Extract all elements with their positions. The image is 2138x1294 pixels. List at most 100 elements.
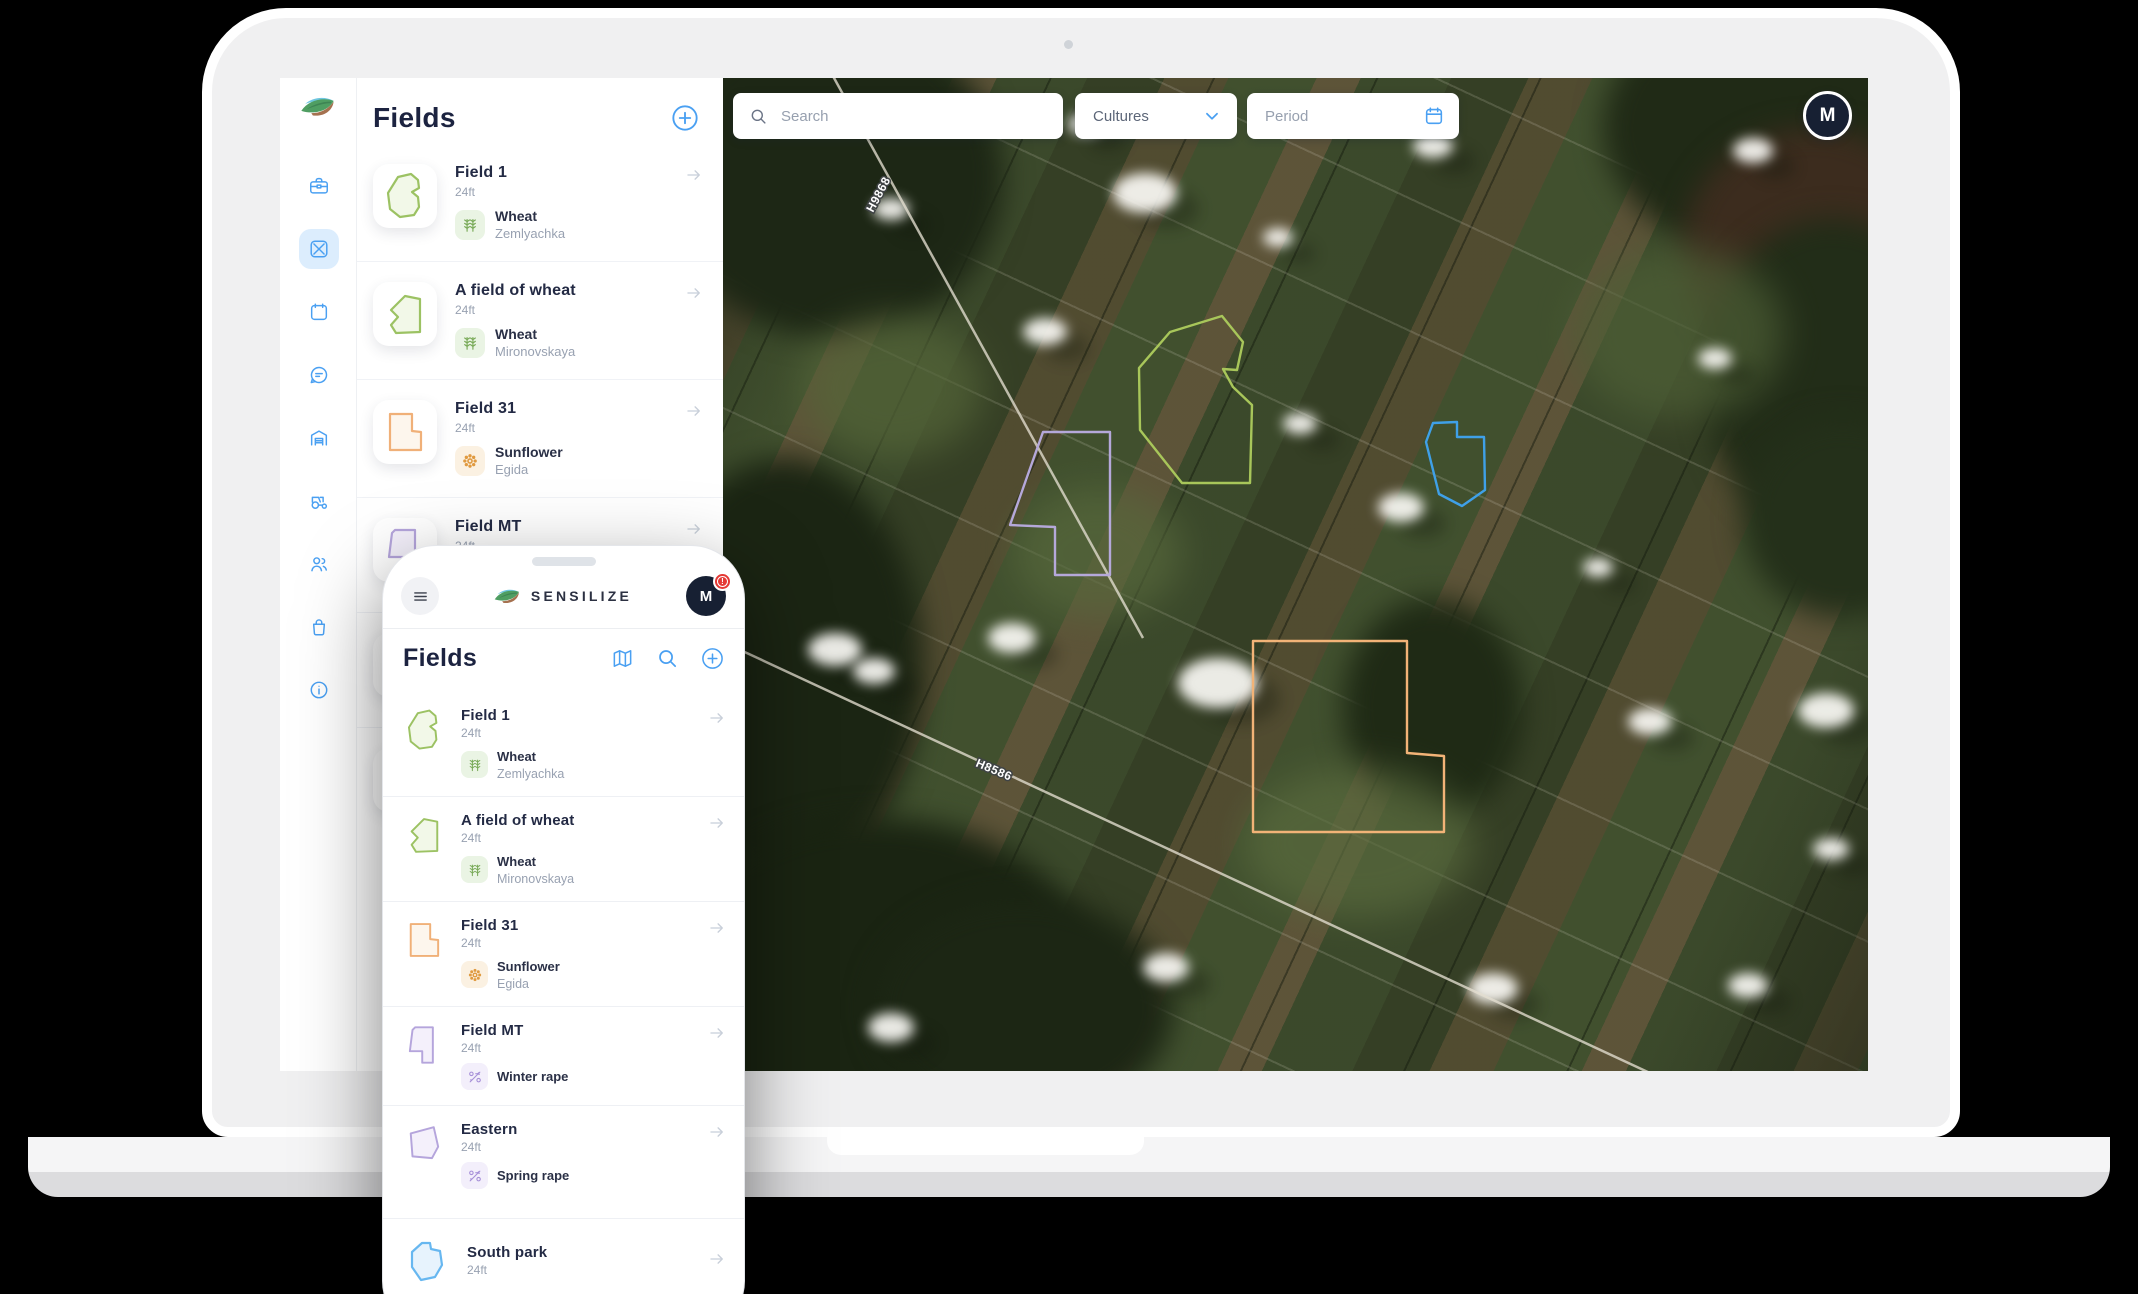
field-area: 24ft [467, 1263, 694, 1277]
sidebar-item-fields-map[interactable] [299, 229, 339, 269]
sidebar-item-messages[interactable] [299, 355, 339, 395]
row-arrow-icon[interactable] [685, 284, 703, 359]
user-avatar[interactable]: M ! [686, 576, 726, 616]
sunflower-icon [460, 451, 480, 471]
page-title: Fields [373, 102, 456, 134]
field-row[interactable]: A field of wheat 24ft Wheat Mironovskaya [383, 796, 744, 901]
field-row[interactable]: Field 1 24ft Wheat Zemlyachka [357, 144, 723, 261]
crop-chip [461, 961, 488, 988]
field-area: 24ft [461, 936, 694, 950]
crop-chip [455, 328, 485, 358]
field-thumbnail [373, 282, 437, 346]
row-arrow-icon[interactable] [685, 402, 703, 477]
field-name: Field 1 [455, 164, 667, 182]
row-arrow-icon[interactable] [708, 814, 726, 886]
crop-name: Sunflower [495, 444, 563, 460]
search-box[interactable] [733, 93, 1063, 139]
field-area: 24ft [455, 303, 667, 317]
add-field-button[interactable] [671, 104, 699, 132]
sidebar-item-calendar[interactable] [299, 292, 339, 332]
period-label: Period [1265, 108, 1308, 125]
field-name: A field of wheat [455, 282, 667, 300]
field-name: A field of wheat [461, 812, 694, 829]
map-icon [611, 647, 634, 670]
sidebar-rail [280, 78, 357, 1071]
map-field-polygon-sunflower[interactable] [1253, 641, 1444, 832]
avatar-initial: M [1820, 105, 1836, 127]
info-icon [308, 679, 330, 701]
wheat-icon [460, 333, 480, 353]
crop-chip [461, 751, 488, 778]
row-arrow-icon[interactable] [708, 1123, 726, 1189]
sidebar-item-info[interactable] [299, 670, 339, 710]
crop-name: Wheat [497, 854, 536, 869]
wheat-icon [466, 756, 484, 774]
sidebar-item-machinery[interactable] [299, 481, 339, 521]
laptop-camera [1064, 40, 1073, 49]
field-shape-icon [401, 1234, 453, 1286]
field-row[interactable]: Eastern 24ft Spring rape [383, 1105, 744, 1204]
field-name: Field 31 [461, 917, 694, 934]
field-row[interactable]: Field MT 24ft Winter rape [383, 1006, 744, 1105]
field-shape-icon [379, 288, 431, 340]
rape-icon [466, 1068, 484, 1086]
phone-mockup: SENSILIZE M ! Fields Field 1 [382, 545, 745, 1294]
page: Fields Field 1 24ft Wheat Zemlyachka [0, 0, 2138, 1294]
field-row[interactable]: South park 24ft [383, 1218, 744, 1294]
road-label: H8586 [974, 756, 1014, 784]
row-arrow-icon[interactable] [685, 166, 703, 241]
row-arrow-icon[interactable] [708, 919, 726, 991]
rape-icon [466, 1167, 484, 1185]
search-input[interactable] [779, 107, 1047, 126]
satellite-map[interactable]: H9868 H8586 Cultures Period M [723, 78, 1868, 1071]
road-label: H9868 [863, 174, 893, 214]
hamburger-icon [412, 588, 429, 605]
row-arrow-icon[interactable] [708, 1024, 726, 1090]
field-name: Field MT [461, 1022, 694, 1039]
search-button[interactable] [656, 647, 679, 670]
field-shape-icon [401, 812, 447, 858]
brand-logo[interactable] [280, 94, 357, 120]
crop-chip [455, 210, 485, 240]
field-row[interactable]: Field 31 24ft Sunflower Egida [383, 901, 744, 1006]
badge-text: ! [717, 576, 728, 587]
crop-chip [461, 1063, 488, 1090]
map-field-polygon-south-park[interactable] [1426, 422, 1485, 506]
phone-speaker [532, 557, 596, 566]
field-row[interactable]: Field 1 24ft Wheat Zemlyachka [383, 692, 744, 796]
search-icon [749, 107, 768, 126]
avatar-initial: M [700, 588, 713, 605]
period-picker[interactable]: Period [1247, 93, 1459, 139]
sidebar-item-team[interactable] [299, 544, 339, 584]
row-arrow-icon[interactable] [708, 1250, 726, 1273]
field-area: 24ft [455, 421, 667, 435]
crop-variety: Egida [495, 462, 563, 477]
add-field-button[interactable] [701, 647, 724, 670]
user-avatar[interactable]: M [1803, 91, 1852, 140]
crop-variety: Zemlyachka [497, 767, 564, 781]
brand-name: SENSILIZE [531, 588, 632, 604]
crop-name: Spring rape [497, 1168, 569, 1183]
field-shape-icon [401, 917, 447, 963]
sidebar-item-market[interactable] [299, 607, 339, 647]
crop-chip [461, 1162, 488, 1189]
map-field-polygon-wheat[interactable] [1139, 316, 1252, 483]
cultures-dropdown[interactable]: Cultures [1075, 93, 1237, 139]
field-name: South park [467, 1244, 694, 1261]
crop-variety: Mironovskaya [497, 872, 574, 886]
field-thumbnail [373, 164, 437, 228]
wheat-icon [466, 861, 484, 879]
fields-list: Field 1 24ft Wheat Zemlyachka A field of… [383, 692, 744, 1294]
brand-leaf-icon [493, 587, 523, 606]
field-row[interactable]: A field of wheat 24ft Wheat Mironovskaya [357, 261, 723, 379]
sidebar-item-warehouse[interactable] [299, 418, 339, 458]
field-name: Eastern [461, 1121, 694, 1138]
row-arrow-icon[interactable] [708, 709, 726, 781]
field-row[interactable]: Field 31 24ft Sunflower Egida [357, 379, 723, 497]
warehouse-icon [308, 427, 330, 449]
sidebar-item-toolbox[interactable] [299, 166, 339, 206]
brand: SENSILIZE [439, 587, 686, 606]
crop-name: Wheat [495, 326, 575, 342]
menu-button[interactable] [401, 577, 439, 615]
map-view-button[interactable] [611, 647, 634, 670]
